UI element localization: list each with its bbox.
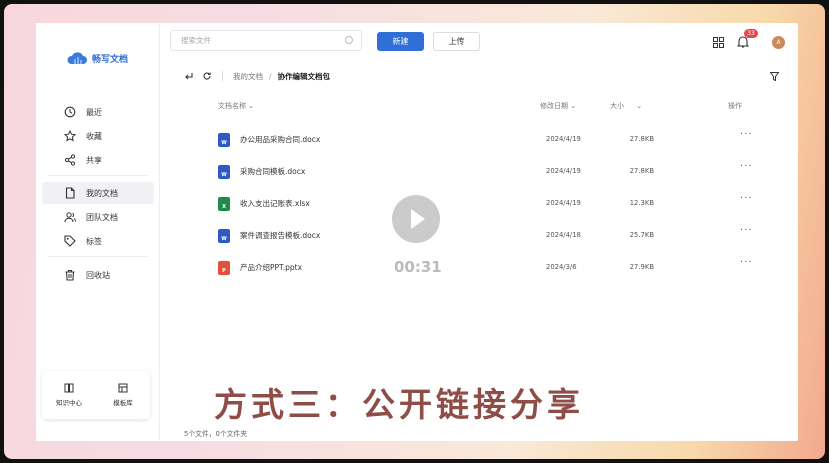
word-file-icon: W	[218, 229, 230, 243]
column-header-action: 操作	[728, 102, 742, 110]
table-header: 文档名称 ⌄ 修改日期 ⌄ 大小 ⌄ 操作	[174, 101, 784, 115]
trash-icon	[65, 269, 75, 281]
sidebar-item-label: 标签	[86, 236, 102, 246]
avatar[interactable]: A	[772, 36, 785, 49]
file-date: 2024/4/19	[546, 167, 581, 175]
template-icon	[118, 383, 128, 393]
sidebar-item-favorites[interactable]: 收藏	[42, 125, 154, 147]
table-row[interactable]: W 办公用品采购合同.docx 2024/4/19 27.8KB ···	[174, 124, 784, 154]
chevron-down-icon: ⌄	[248, 102, 255, 110]
template-library-button[interactable]: 模板库	[96, 371, 150, 419]
sidebar-item-recent[interactable]: 最近	[42, 101, 154, 123]
video-timer: 00:31	[394, 258, 442, 276]
file-date: 2024/4/19	[546, 135, 581, 143]
file-size: 25.7KB	[629, 231, 654, 239]
sidebar-item-label: 我的文档	[86, 188, 118, 198]
more-options-button[interactable]: ···	[740, 225, 753, 236]
sidebar: 畅写文档 最近 收藏 共享 我的文档 团队文档 标签 回收站 知识中心 模板库	[36, 23, 160, 441]
knowledge-center-label: 知识中心	[56, 399, 82, 407]
column-header-date[interactable]: 修改日期 ⌄	[540, 101, 576, 111]
status-text: 5个文件，0个文件夹	[184, 430, 248, 438]
search-icon[interactable]	[345, 36, 353, 44]
knowledge-center-button[interactable]: 知识中心	[42, 371, 96, 419]
file-name[interactable]: 采购合同模板.docx	[240, 166, 305, 177]
sidebar-item-tags[interactable]: 标签	[42, 230, 154, 252]
share-icon	[64, 154, 76, 166]
breadcrumb-separator: /	[269, 71, 272, 81]
file-name[interactable]: 办公用品采购合同.docx	[240, 134, 320, 145]
team-icon	[64, 212, 76, 223]
sidebar-item-trash[interactable]: 回收站	[42, 264, 154, 286]
column-header-date-label: 修改日期	[540, 102, 568, 110]
more-options-button[interactable]: ···	[740, 129, 753, 140]
document-icon	[65, 187, 75, 199]
breadcrumb: 我的文档 / 协作编辑文档包	[184, 70, 330, 82]
book-icon	[64, 383, 74, 393]
search-placeholder: 搜索文件	[181, 36, 211, 45]
sidebar-divider	[48, 256, 148, 257]
word-file-icon: W	[218, 165, 230, 179]
more-options-button[interactable]: ···	[740, 193, 753, 204]
sidebar-item-label: 共享	[86, 155, 102, 165]
ppt-file-icon: P	[218, 261, 230, 275]
table-row[interactable]: W 案件调查报告模板.docx 2024/4/18 25.7KB ···	[174, 220, 784, 250]
sidebar-bottom-panel: 知识中心 模板库	[42, 371, 150, 419]
sidebar-item-shared[interactable]: 共享	[42, 149, 154, 171]
star-icon	[64, 130, 76, 142]
apps-grid-icon[interactable]	[713, 37, 724, 48]
file-name[interactable]: 案件调查报告模板.docx	[240, 230, 320, 241]
file-date: 2024/3/6	[546, 263, 577, 271]
app-name: 畅写文档	[92, 54, 129, 65]
table-row[interactable]: W 采购合同模板.docx 2024/4/19 27.8KB ···	[174, 156, 784, 186]
sidebar-item-team-docs[interactable]: 团队文档	[42, 206, 154, 228]
breadcrumb-current: 协作编辑文档包	[277, 71, 331, 81]
column-header-size-label: 大小	[610, 102, 624, 110]
table-row[interactable]: P 产品介绍PPT.pptx 2024/3/6 27.9KB ···	[174, 252, 784, 282]
cloud-logo-icon	[67, 52, 87, 64]
video-caption: 方式三：公开链接分享	[214, 385, 584, 424]
back-icon[interactable]	[184, 71, 194, 81]
file-size: 12.3KB	[629, 199, 654, 207]
sidebar-item-label: 团队文档	[86, 212, 118, 222]
word-file-icon: W	[218, 133, 230, 147]
more-options-button[interactable]: ···	[740, 257, 753, 268]
file-size: 27.8KB	[629, 167, 654, 175]
notification-badge: 33	[744, 29, 758, 38]
file-date: 2024/4/18	[546, 231, 581, 239]
sidebar-item-label: 收藏	[86, 131, 102, 141]
column-header-name[interactable]: 文档名称 ⌄	[218, 101, 254, 111]
sidebar-item-my-docs[interactable]: 我的文档	[42, 182, 154, 204]
tag-icon	[64, 235, 76, 247]
file-size: 27.8KB	[629, 135, 654, 143]
new-button[interactable]: 新建	[377, 32, 424, 51]
breadcrumb-root[interactable]: 我的文档	[233, 71, 263, 82]
table-row[interactable]: X 收入支出记账表.xlsx 2024/4/19 12.3KB ···	[174, 188, 784, 218]
breadcrumb-divider	[222, 71, 223, 81]
play-button[interactable]	[392, 195, 440, 243]
column-header-size[interactable]: 大小 ⌄	[610, 101, 642, 111]
upload-button[interactable]: 上传	[433, 32, 480, 51]
template-library-label: 模板库	[113, 399, 133, 407]
file-date: 2024/4/19	[546, 199, 581, 207]
search-input[interactable]: 搜索文件	[170, 30, 362, 51]
refresh-icon[interactable]	[202, 71, 212, 81]
sidebar-divider	[48, 175, 148, 176]
video-frame: 畅写文档 最近 收藏 共享 我的文档 团队文档 标签 回收站 知识中心 模板库 …	[4, 4, 825, 459]
chevron-down-icon: ⌄	[570, 102, 577, 110]
sidebar-item-label: 回收站	[86, 270, 110, 280]
filter-icon[interactable]	[770, 72, 779, 81]
sidebar-item-label: 最近	[86, 107, 102, 117]
more-options-button[interactable]: ···	[740, 161, 753, 172]
column-header-name-label: 文档名称	[218, 102, 246, 110]
chevron-down-icon: ⌄	[636, 102, 643, 110]
file-size: 27.9KB	[629, 263, 654, 271]
file-name[interactable]: 产品介绍PPT.pptx	[240, 262, 302, 273]
clock-icon	[64, 106, 76, 118]
excel-file-icon: X	[218, 197, 230, 211]
file-name[interactable]: 收入支出记账表.xlsx	[240, 198, 310, 209]
app-logo[interactable]: 畅写文档	[66, 51, 128, 65]
